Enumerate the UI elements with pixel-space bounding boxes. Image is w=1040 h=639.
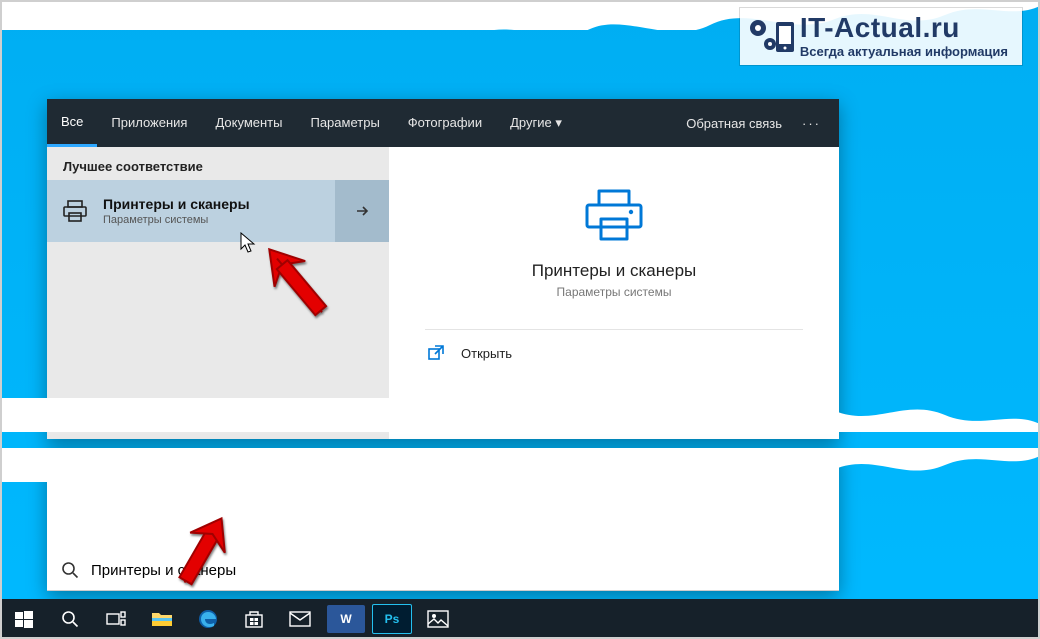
folder-icon <box>151 610 173 628</box>
result-detail-pane: Принтеры и сканеры Параметры системы Отк… <box>389 147 839 439</box>
windows-logo-icon <box>15 610 33 628</box>
more-options-button[interactable]: ··· <box>796 116 839 131</box>
tab-photos[interactable]: Фотографии <box>394 99 496 147</box>
detail-title: Принтеры и сканеры <box>532 261 697 281</box>
tab-all[interactable]: Все <box>47 99 97 147</box>
task-view-button[interactable] <box>94 599 138 639</box>
edge-icon <box>198 609 218 629</box>
start-button[interactable] <box>2 599 46 639</box>
result-title: Принтеры и сканеры <box>103 196 335 212</box>
taskbar-photos[interactable] <box>416 599 460 639</box>
expand-result-button[interactable] <box>335 180 389 242</box>
watermark-sub: Всегда актуальная информация <box>800 44 1008 59</box>
printer-large-icon <box>579 185 649 245</box>
open-action[interactable]: Открыть <box>427 344 512 362</box>
result-subtitle: Параметры системы <box>103 214 335 226</box>
taskbar-edge[interactable] <box>186 599 230 639</box>
taskbar-mail[interactable] <box>278 599 322 639</box>
search-filter-tabs: Все Приложения Документы Параметры Фотог… <box>47 99 839 147</box>
search-icon <box>61 610 79 628</box>
best-match-label: Лучшее соответствие <box>47 147 389 180</box>
torn-edge <box>0 448 1040 478</box>
tab-more[interactable]: Другие ▾ <box>496 99 576 147</box>
search-icon <box>61 561 79 579</box>
annotation-arrow <box>250 230 340 330</box>
mail-icon <box>289 611 311 627</box>
detail-subtitle: Параметры системы <box>557 285 672 299</box>
divider <box>425 329 803 330</box>
feedback-link[interactable]: Обратная связь <box>672 116 796 131</box>
taskbar-store[interactable] <box>232 599 276 639</box>
mouse-cursor-icon <box>240 232 258 254</box>
open-icon <box>427 344 445 362</box>
printer-icon <box>47 199 103 223</box>
annotation-arrow <box>145 502 265 592</box>
tab-documents[interactable]: Документы <box>201 99 296 147</box>
tab-apps[interactable]: Приложения <box>97 99 201 147</box>
store-icon <box>244 609 264 629</box>
gears-phone-icon <box>746 14 796 60</box>
taskbar: W Ps <box>0 599 1040 639</box>
taskbar-photoshop[interactable]: Ps <box>370 599 414 639</box>
search-results-panel: Все Приложения Документы Параметры Фотог… <box>47 99 839 439</box>
chevron-down-icon: ▾ <box>555 115 562 130</box>
watermark: IT-Actual.ru Всегда актуальная информаци… <box>740 8 1022 65</box>
open-label: Открыть <box>461 346 512 361</box>
taskbar-search-button[interactable] <box>48 599 92 639</box>
taskbar-word[interactable]: W <box>324 599 368 639</box>
torn-edge <box>0 398 1040 428</box>
tab-settings[interactable]: Параметры <box>296 99 393 147</box>
taskbar-file-explorer[interactable] <box>140 599 184 639</box>
watermark-title: IT-Actual.ru <box>800 12 1008 44</box>
photos-icon <box>427 610 449 628</box>
task-view-icon <box>106 611 126 627</box>
